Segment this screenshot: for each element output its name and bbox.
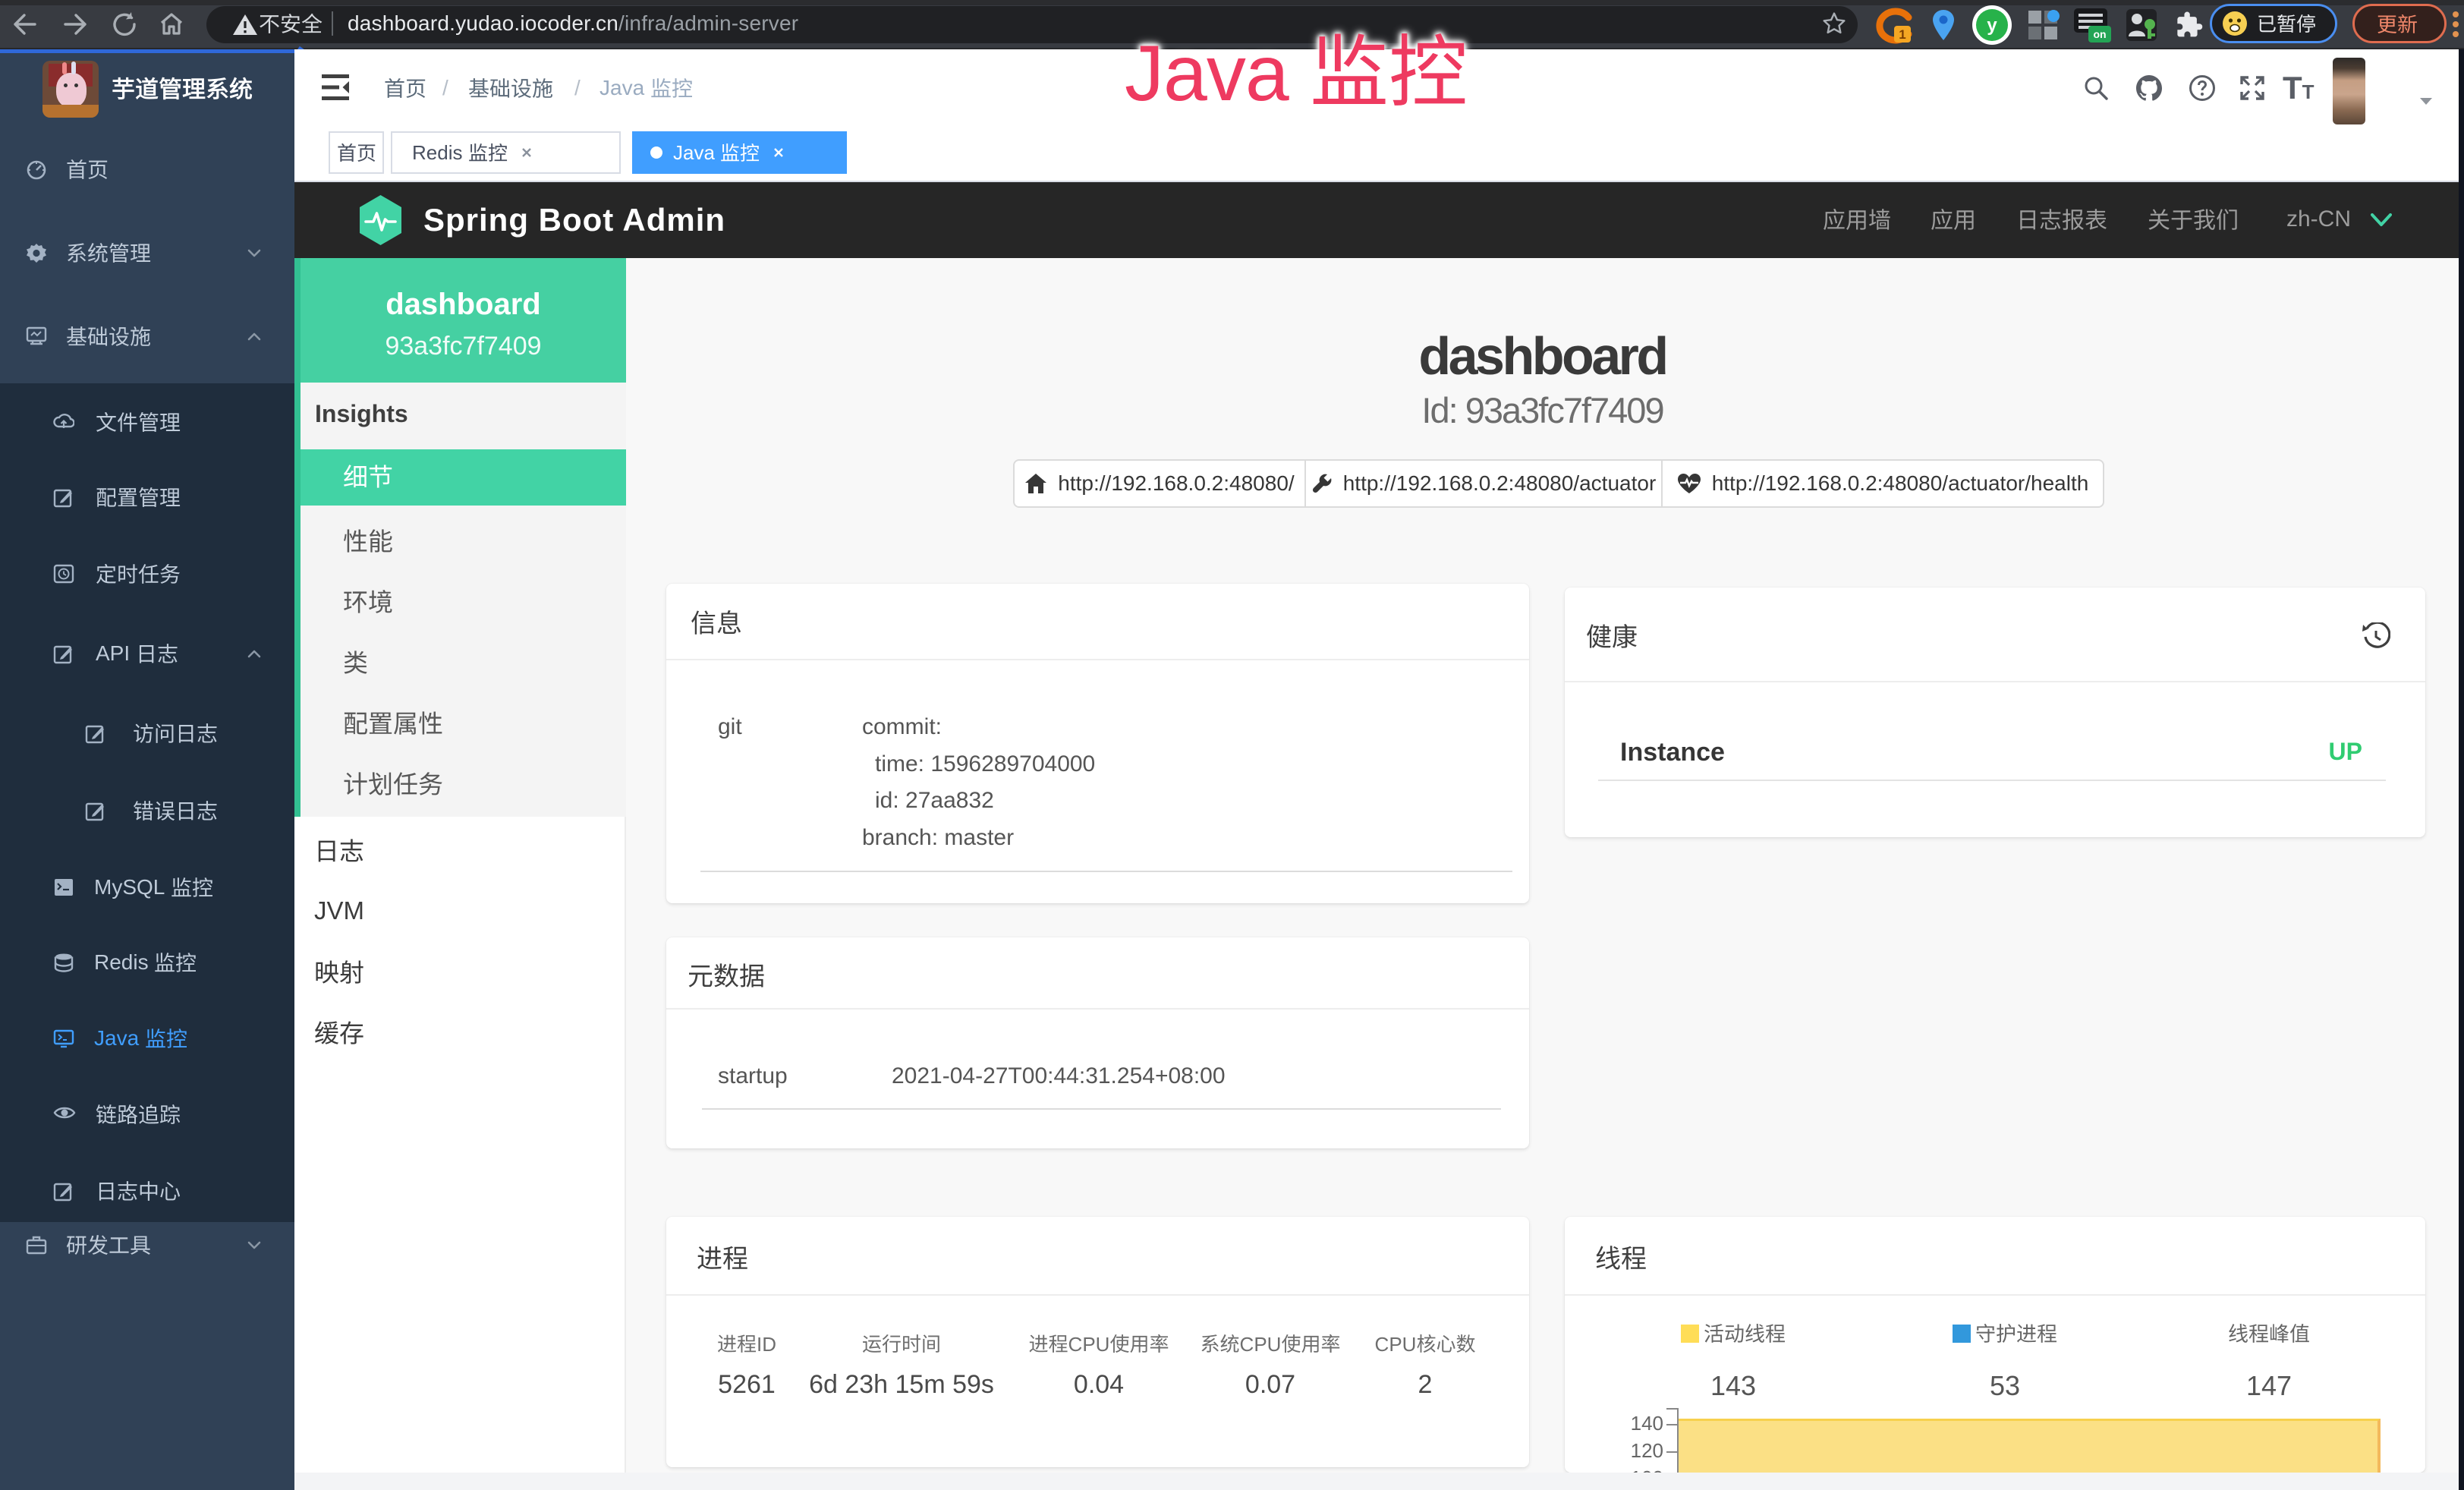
svg-text:1: 1 bbox=[1899, 27, 1905, 42]
svg-text:on: on bbox=[2093, 28, 2106, 40]
svg-text:y: y bbox=[1987, 15, 1997, 36]
